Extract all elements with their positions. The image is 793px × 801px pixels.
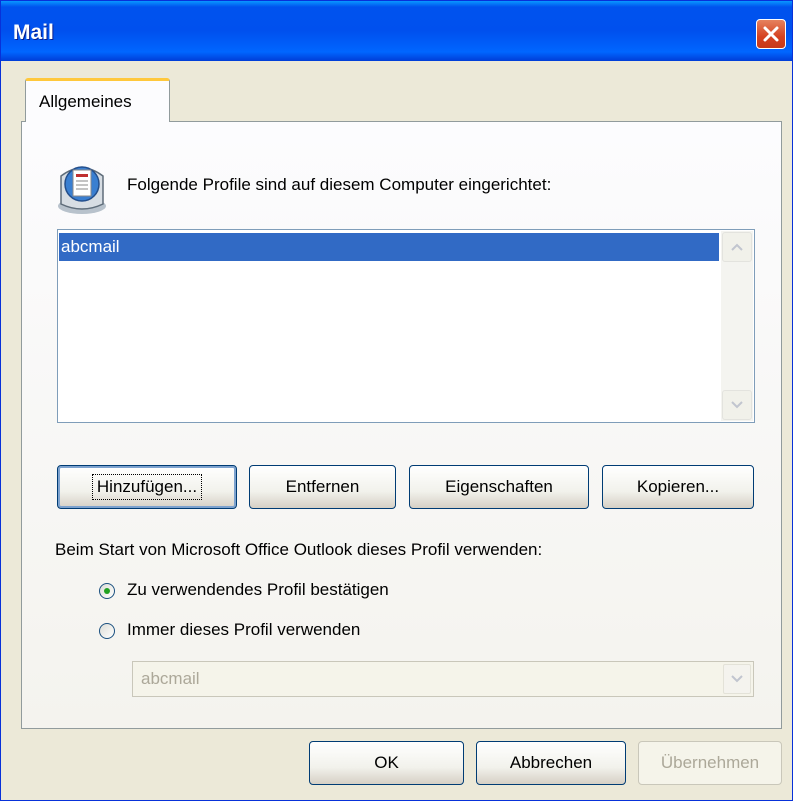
remove-profile-button[interactable]: Entfernen — [249, 465, 396, 509]
window-title: Mail — [13, 21, 54, 44]
profile-properties-button[interactable]: Eigenschaften — [409, 465, 589, 509]
radio-selected-dot — [104, 588, 110, 594]
cancel-button[interactable]: Abbrechen — [476, 741, 626, 785]
profiles-header: Folgende Profile sind auf diesem Compute… — [127, 175, 552, 194]
startup-label: Beim Start von Microsoft Office Outlook … — [55, 540, 543, 559]
profiles-listbox[interactable]: abcmail — [57, 229, 755, 423]
copy-profile-button[interactable]: Kopieren... — [602, 465, 754, 509]
radio-always-profile[interactable] — [99, 623, 115, 639]
profile-select-dropdown-button[interactable] — [723, 664, 751, 694]
tab-allgemeines[interactable]: Allgemeines — [25, 78, 170, 122]
ok-button[interactable]: OK — [309, 741, 464, 785]
tab-label: Allgemeines — [39, 92, 132, 111]
dropdown-arrow-icon — [731, 675, 743, 683]
radio-always-label[interactable]: Immer dieses Profil verwenden — [127, 620, 360, 640]
close-button[interactable] — [756, 19, 786, 49]
profile-select-value: abcmail — [141, 669, 200, 688]
radio-confirm-label[interactable]: Zu verwendendes Profil bestätigen — [127, 580, 389, 600]
title-bar[interactable]: Mail — [1, 1, 792, 61]
scroll-down-button[interactable] — [722, 390, 752, 420]
add-profile-button[interactable]: Hinzufügen... — [57, 465, 237, 509]
scroll-down-icon — [731, 401, 743, 409]
mail-dialog: Mail Allgemeines Folgende Profile sind a… — [0, 0, 793, 801]
radio-confirm-profile[interactable] — [99, 583, 115, 599]
scroll-up-button[interactable] — [722, 232, 752, 262]
apply-button[interactable]: Übernehmen — [638, 741, 782, 785]
list-item[interactable]: abcmail — [59, 233, 719, 261]
mail-profiles-icon — [58, 166, 106, 214]
close-icon — [763, 26, 779, 42]
profile-select[interactable]: abcmail — [132, 661, 754, 697]
scroll-up-icon — [731, 243, 743, 251]
vertical-scrollbar[interactable] — [721, 231, 753, 421]
